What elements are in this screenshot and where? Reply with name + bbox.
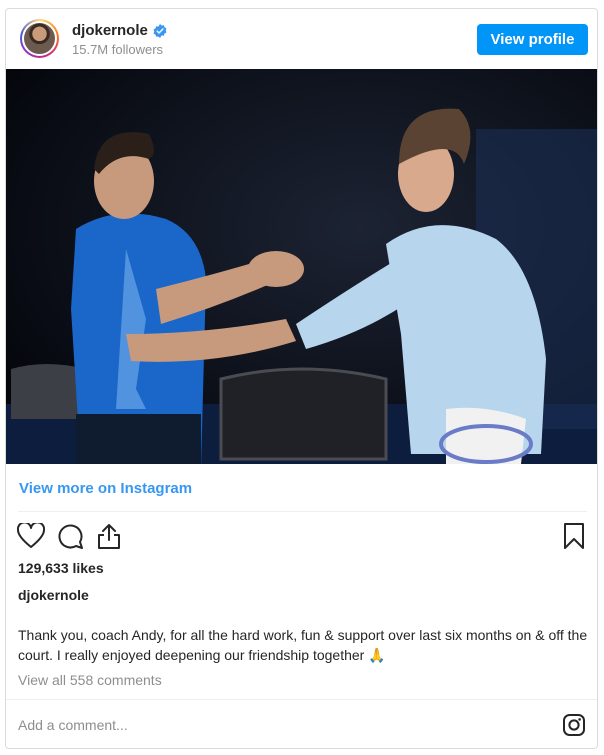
heart-icon xyxy=(17,523,45,548)
bookmark-icon xyxy=(564,523,584,549)
post-actions xyxy=(6,519,597,559)
post-header: djokernole 15.7M followers View profile xyxy=(6,9,597,69)
follower-count: 15.7M followers xyxy=(72,42,164,57)
divider xyxy=(18,511,587,512)
avatar[interactable] xyxy=(20,19,59,58)
add-comment-input[interactable] xyxy=(18,714,538,736)
like-button[interactable] xyxy=(14,519,48,553)
post-photo[interactable] xyxy=(6,69,597,464)
avatar-image xyxy=(24,23,55,54)
caption-username[interactable]: djokernole xyxy=(18,587,89,603)
view-profile-button[interactable]: View profile xyxy=(477,24,588,55)
view-more-link[interactable]: View more on Instagram xyxy=(19,480,192,497)
instagram-logo-icon[interactable] xyxy=(562,713,586,737)
username-row: djokernole xyxy=(72,22,167,39)
comment-bar xyxy=(6,699,597,748)
save-button[interactable] xyxy=(557,519,591,553)
share-button[interactable] xyxy=(92,519,126,553)
instagram-embed-card: djokernole 15.7M followers View profile xyxy=(5,8,598,749)
like-count[interactable]: 129,633 likes xyxy=(18,560,104,576)
comment-button[interactable] xyxy=(53,519,87,553)
post-caption: Thank you, coach Andy, for all the hard … xyxy=(18,627,588,663)
view-all-comments-link[interactable]: View all 558 comments xyxy=(18,672,162,688)
verified-badge-icon xyxy=(153,23,167,38)
share-icon xyxy=(98,524,120,549)
username[interactable]: djokernole xyxy=(72,22,148,39)
comment-bubble-icon xyxy=(58,524,83,549)
photo-illustration xyxy=(6,69,597,464)
